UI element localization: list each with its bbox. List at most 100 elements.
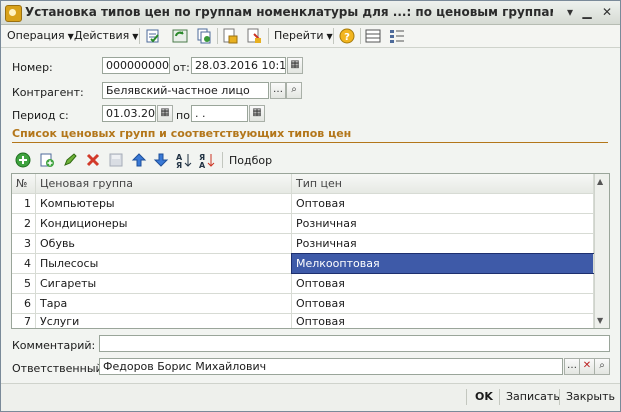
chevron-down-icon: ▼ [132, 32, 139, 41]
svg-text:A: A [199, 161, 206, 168]
svg-text:?: ? [344, 32, 350, 43]
row-group[interactable]: Сигареты [36, 274, 292, 293]
move-up-icon[interactable] [131, 152, 147, 168]
add-row-icon[interactable] [15, 152, 31, 168]
row-price-type-selected[interactable]: Мелкооптовая [291, 253, 595, 274]
delete-row-icon[interactable] [85, 152, 101, 168]
row-number: 2 [12, 214, 36, 233]
print-icon[interactable] [246, 28, 262, 44]
operation-menu[interactable]: Операция ▼ [7, 27, 74, 45]
date-from-label: от: [173, 61, 190, 74]
row-group[interactable]: Услуги [36, 312, 292, 328]
section-divider [12, 142, 608, 143]
search-icon[interactable]: ⌕ [286, 82, 302, 99]
list-settings-icon[interactable] [389, 28, 405, 44]
table-row[interactable]: 6 Тара Оптовая [12, 294, 594, 314]
price-groups-table: № Ценовая группа Тип цен 1 Компьютеры Оп… [11, 173, 610, 329]
footer-bar: OK Записать Закрыть [1, 383, 620, 411]
post-document-icon[interactable] [145, 28, 161, 44]
column-header-number[interactable]: № [12, 174, 36, 193]
row-number: 4 [12, 254, 36, 273]
movements-icon[interactable] [222, 28, 238, 44]
operation-label: Операция [7, 29, 65, 42]
counterparty-input[interactable]: Белявский-частное лицо [102, 82, 269, 99]
scroll-up-icon[interactable]: ▲ [597, 177, 603, 186]
move-down-icon[interactable] [153, 152, 169, 168]
goto-menu[interactable]: Перейти ▼ [274, 27, 333, 45]
responsible-input[interactable]: Федоров Борис Михайлович [99, 358, 563, 375]
row-number: 3 [12, 234, 36, 253]
row-price-type[interactable]: Розничная [292, 234, 594, 253]
chevron-down-icon: ▼ [326, 32, 333, 41]
row-number: 7 [12, 312, 36, 328]
close-icon[interactable]: ✕ [598, 4, 616, 20]
table-header-row: № Ценовая группа Тип цен [12, 174, 594, 194]
actions-menu[interactable]: Действия ▼ [74, 27, 138, 45]
number-input[interactable]: 00000000003 [102, 57, 170, 74]
menu-icon[interactable]: ▾ [561, 4, 579, 20]
pick-button[interactable]: Подбор [229, 154, 272, 167]
select-ellipsis-button[interactable]: … [564, 358, 580, 375]
row-group[interactable]: Кондиционеры [36, 214, 292, 233]
clear-icon[interactable]: ✕ [579, 358, 595, 375]
section-title: Список ценовых групп и соответствующих т… [12, 127, 352, 140]
minimize-icon[interactable]: ▁ [578, 4, 596, 20]
title-bar: Установка типов цен по группам номенклат… [1, 1, 620, 25]
ok-button[interactable]: OK [475, 390, 493, 403]
save-button[interactable]: Записать [506, 390, 560, 403]
toolbar-divider [139, 28, 140, 44]
calendar-icon[interactable]: ▦ [287, 57, 303, 74]
end-edit-icon [109, 153, 123, 167]
toolbar: Операция ▼ Действия ▼ Перейти ▼ ? [1, 25, 620, 48]
counterparty-label: Контрагент: [12, 86, 84, 99]
search-icon[interactable]: ⌕ [594, 358, 610, 375]
structure-icon[interactable] [365, 28, 381, 44]
table-row-selected[interactable]: 4 Пылесосы Мелкооптовая [12, 253, 595, 274]
calendar-icon[interactable]: ▦ [157, 105, 173, 122]
actions-label: Действия [74, 29, 130, 42]
row-number: 5 [12, 274, 36, 293]
table-row[interactable]: 1 Компьютеры Оптовая [12, 194, 594, 214]
table-row[interactable]: 2 Кондиционеры Розничная [12, 214, 594, 234]
select-ellipsis-button[interactable]: … [270, 82, 286, 99]
chevron-down-icon: ▼ [67, 32, 74, 41]
calendar-icon[interactable]: ▦ [249, 105, 265, 122]
row-group[interactable]: Тара [36, 294, 292, 313]
refresh-icon[interactable] [172, 28, 188, 44]
toolbar-divider [268, 28, 269, 44]
table-row[interactable]: 3 Обувь Розничная [12, 234, 594, 254]
row-price-type[interactable]: Оптовая [292, 274, 594, 293]
row-number: 6 [12, 294, 36, 313]
row-price-type[interactable]: Оптовая [292, 312, 594, 328]
copy-row-icon[interactable] [39, 152, 55, 168]
table-row[interactable]: 5 Сигареты Оптовая [12, 274, 594, 294]
edit-row-icon[interactable] [62, 152, 78, 168]
table-scrollbar[interactable]: ▲ ▼ [594, 174, 609, 328]
svg-text:Я: Я [176, 161, 182, 168]
period-from-input[interactable]: 01.03.201 [102, 105, 156, 122]
row-price-type[interactable]: Розничная [292, 214, 594, 233]
sort-ascending-icon[interactable]: AЯ [176, 152, 192, 168]
footer-divider [466, 389, 467, 405]
date-input[interactable]: 28.03.2016 10:13:0 [191, 57, 286, 74]
document-window: Установка типов цен по группам номенклат… [0, 0, 621, 412]
row-group[interactable]: Обувь [36, 234, 292, 253]
toolbar-divider [360, 28, 361, 44]
comment-input[interactable] [99, 335, 610, 352]
table-row[interactable]: 7 Услуги Оптовая [12, 312, 594, 328]
responsible-label: Ответственный: [12, 362, 107, 375]
help-icon[interactable]: ? [339, 28, 355, 44]
copy-document-icon[interactable] [196, 28, 212, 44]
column-header-group[interactable]: Ценовая группа [36, 174, 292, 193]
row-price-type[interactable]: Оптовая [292, 194, 594, 213]
footer-divider [559, 389, 560, 405]
row-group[interactable]: Компьютеры [36, 194, 292, 213]
close-button[interactable]: Закрыть [566, 390, 615, 403]
toolbar-divider [222, 152, 223, 168]
row-group[interactable]: Пылесосы [36, 254, 292, 273]
row-price-type[interactable]: Оптовая [292, 294, 594, 313]
column-header-price-type[interactable]: Тип цен [292, 174, 594, 193]
sort-descending-icon[interactable]: ЯA [199, 152, 215, 168]
scroll-down-icon[interactable]: ▼ [597, 316, 603, 325]
period-to-input[interactable]: . . [191, 105, 248, 122]
